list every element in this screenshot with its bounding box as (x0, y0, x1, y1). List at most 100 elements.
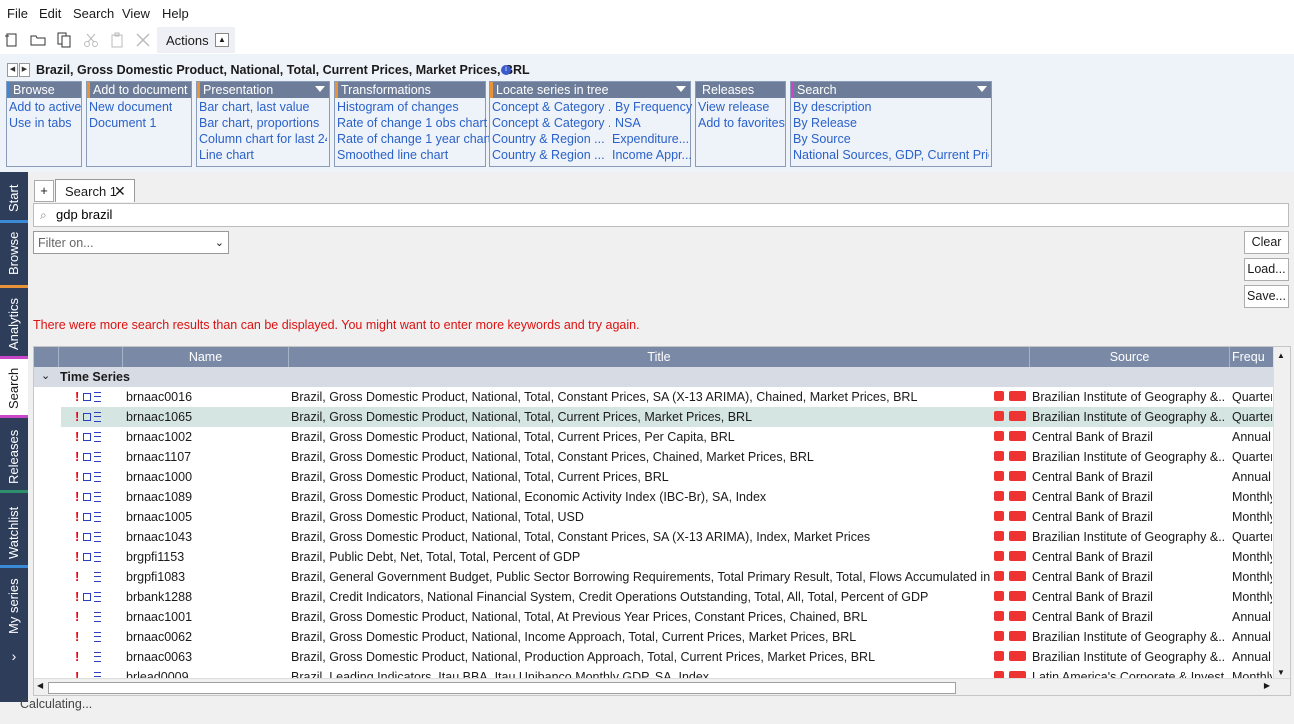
dropdown-arrow-icon[interactable] (315, 86, 325, 92)
vtab-start[interactable]: Start (0, 172, 28, 220)
link-by-frequency[interactable]: By Frequency (615, 100, 692, 114)
vtab-analytics[interactable]: Analytics (0, 288, 28, 356)
report-icon[interactable] (994, 571, 1004, 581)
forward-arrow-icon[interactable]: ▶ (19, 63, 30, 77)
horizontal-scrollbar[interactable]: ◀ ▶ (34, 678, 1290, 695)
video-icon[interactable] (1009, 411, 1026, 421)
table-row[interactable]: ! brnaac0063 Brazil, Gross Domestic Produc… (61, 647, 1274, 667)
table-row[interactable]: ! brgpfi1153 Brazil, Public Debt, Net, Tot… (61, 547, 1274, 567)
video-icon[interactable] (1009, 551, 1026, 561)
header-frequency[interactable]: Frequ (1230, 347, 1277, 367)
menu-search[interactable]: Search (73, 6, 114, 21)
vtab-search[interactable]: Search (0, 359, 28, 415)
link-locate-2[interactable]: Concept & Category ... (492, 116, 610, 130)
video-icon[interactable] (1009, 391, 1026, 401)
link-locate-1[interactable]: Concept & Category ... (492, 100, 610, 114)
video-icon[interactable] (1009, 611, 1026, 621)
menu-view[interactable]: View (122, 6, 150, 21)
load-button[interactable]: Load... (1244, 258, 1289, 281)
table-row[interactable]: ! brbank1288 Brazil, Credit Indicators, Na… (61, 587, 1274, 607)
report-icon[interactable] (994, 651, 1004, 661)
link-column-chart[interactable]: Column chart for last 24 (199, 132, 327, 146)
menu-help[interactable]: Help (162, 6, 189, 21)
link-new-document[interactable]: New document (89, 100, 172, 114)
report-icon[interactable] (994, 631, 1004, 641)
actions-tab[interactable]: Actions ▲ (157, 27, 235, 53)
header-title[interactable]: Title (289, 347, 1030, 367)
link-smoothed-line-chart[interactable]: Smoothed line chart (337, 148, 448, 162)
link-locate-3[interactable]: Country & Region ... (492, 132, 610, 146)
link-by-description[interactable]: By description (793, 100, 872, 114)
link-nsa[interactable]: NSA (615, 116, 641, 130)
link-expenditure[interactable]: Expenditure... (612, 132, 689, 146)
checkbox-icon[interactable] (83, 493, 91, 501)
menu-edit[interactable]: Edit (39, 6, 61, 21)
scroll-up-icon[interactable]: ▲ (1277, 351, 1285, 360)
video-icon[interactable] (1009, 451, 1026, 461)
header-source[interactable]: Source (1030, 347, 1230, 367)
checkbox-icon[interactable] (83, 433, 91, 441)
table-row[interactable]: ! brnaac1002 Brazil, Gross Domestic Produc… (61, 427, 1274, 447)
copy-document-icon[interactable] (56, 32, 72, 48)
table-row[interactable]: ! brnaac1005 Brazil, Gross Domestic Produc… (61, 507, 1274, 527)
link-view-release[interactable]: View release (698, 100, 769, 114)
link-rate-of-change-year[interactable]: Rate of change 1 year chart (337, 132, 491, 146)
table-row[interactable]: ! brnaac1089 Brazil, Gross Domestic Produc… (61, 487, 1274, 507)
vtab-releases[interactable]: Releases (0, 418, 28, 490)
open-folder-icon[interactable] (30, 32, 46, 48)
info-icon[interactable]: i (501, 65, 511, 75)
menu-file[interactable]: File (7, 6, 28, 21)
report-icon[interactable] (994, 611, 1004, 621)
dropdown-arrow-icon[interactable] (676, 86, 686, 92)
link-bar-chart-last-value[interactable]: Bar chart, last value (199, 100, 309, 114)
link-by-source[interactable]: By Source (793, 132, 851, 146)
link-bar-chart-proportions[interactable]: Bar chart, proportions (199, 116, 319, 130)
new-document-icon[interactable] (4, 32, 20, 48)
back-arrow-icon[interactable]: ◀ (7, 63, 18, 77)
video-icon[interactable] (1009, 591, 1026, 601)
save-button[interactable]: Save... (1244, 285, 1289, 308)
scroll-left-icon[interactable]: ◀ (37, 681, 43, 690)
link-document-1[interactable]: Document 1 (89, 116, 156, 130)
search-input[interactable] (56, 205, 1256, 223)
link-locate-4[interactable]: Country & Region ... (492, 148, 610, 162)
table-row[interactable]: ! brnaac1000 Brazil, Gross Domestic Produc… (61, 467, 1274, 487)
vtab-my-series[interactable]: My series (0, 568, 28, 638)
collapse-up-icon[interactable]: ▲ (215, 33, 229, 47)
report-icon[interactable] (994, 471, 1004, 481)
report-icon[interactable] (994, 491, 1004, 501)
table-row[interactable]: ! brnaac1001 Brazil, Gross Domestic Produc… (61, 607, 1274, 627)
checkbox-icon[interactable] (83, 393, 91, 401)
video-icon[interactable] (1009, 511, 1026, 521)
report-icon[interactable] (994, 591, 1004, 601)
chevron-down-icon[interactable]: ⌄ (41, 369, 50, 382)
group-row-time-series[interactable]: ⌄ Time Series (34, 367, 1274, 387)
vertical-scrollbar[interactable]: ▲ ▼ (1273, 347, 1290, 679)
table-row[interactable]: ! brnaac1107 Brazil, Gross Domestic Produc… (61, 447, 1274, 467)
close-icon[interactable]: ✕ (114, 183, 126, 200)
checkbox-icon[interactable] (83, 533, 91, 541)
video-icon[interactable] (1009, 531, 1026, 541)
link-income-approach[interactable]: Income Appr... (612, 148, 692, 162)
report-icon[interactable] (994, 411, 1004, 421)
video-icon[interactable] (1009, 651, 1026, 661)
header-name[interactable]: Name (123, 347, 289, 367)
tab-search-1[interactable]: Search 1 ✕ (55, 179, 135, 202)
group-locate-header[interactable]: Locate series in tree (490, 82, 690, 98)
table-row[interactable]: ! brnaac0062 Brazil, Gross Domestic Produc… (61, 627, 1274, 647)
video-icon[interactable] (1009, 571, 1026, 581)
report-icon[interactable] (994, 531, 1004, 541)
add-tab-button[interactable]: + (34, 180, 54, 202)
group-presentation-header[interactable]: Presentation (197, 82, 329, 98)
link-national-sources[interactable]: National Sources, GDP, Current Pric... (793, 148, 989, 162)
video-icon[interactable] (1009, 431, 1026, 441)
checkbox-icon[interactable] (83, 593, 91, 601)
link-line-chart[interactable]: Line chart (199, 148, 254, 162)
video-icon[interactable] (1009, 491, 1026, 501)
report-icon[interactable] (994, 511, 1004, 521)
group-search-header[interactable]: Search (791, 82, 991, 98)
horizontal-scroll-thumb[interactable] (48, 682, 956, 694)
scroll-down-icon[interactable]: ▼ (1277, 668, 1285, 677)
vtab-browse[interactable]: Browse (0, 223, 28, 285)
video-icon[interactable] (1009, 631, 1026, 641)
